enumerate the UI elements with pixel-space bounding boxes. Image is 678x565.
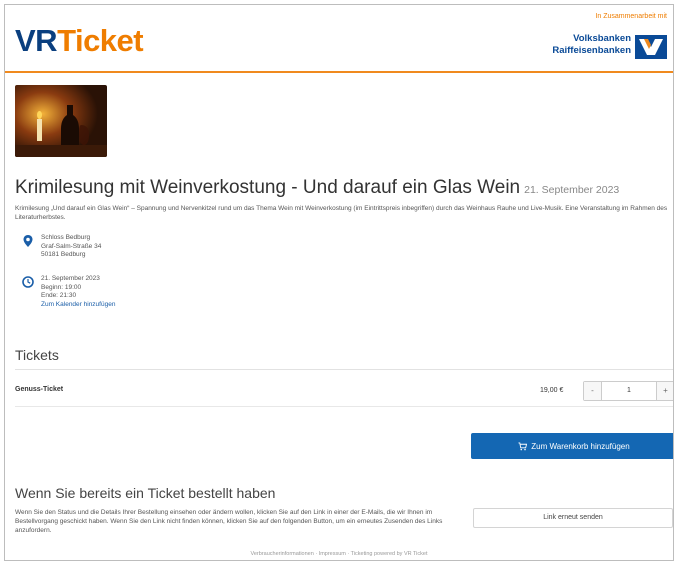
- location-street: Graf-Salm-Straße 34: [41, 242, 102, 250]
- tickets-heading: Tickets: [15, 347, 59, 363]
- header: VRTicket In Zusammenarbeit mit Volksbank…: [5, 5, 673, 73]
- logo-ticket-text: Ticket: [57, 23, 144, 58]
- vr-ticket-logo[interactable]: VRTicket: [15, 23, 144, 59]
- cart-icon: [518, 441, 528, 450]
- location-name: Schloss Bedburg: [41, 234, 91, 241]
- partner-note: In Zusammenarbeit mit: [595, 13, 667, 20]
- bank-name-line2: Raiffeisenbanken: [552, 45, 631, 56]
- ticket-name: Genuss-Ticket: [15, 386, 64, 393]
- bank-name: Volksbanken Raiffeisenbanken: [552, 33, 631, 57]
- clock-icon: [22, 276, 34, 288]
- decrease-quantity-button[interactable]: -: [584, 382, 602, 400]
- already-ordered-text: Wenn Sie den Status und die Details Ihre…: [15, 509, 443, 534]
- event-title: Krimilesung mit Weinverkostung - Und dar…: [15, 177, 619, 199]
- bank-name-line1: Volksbanken: [573, 33, 631, 44]
- quantity-stepper: - 1 +: [583, 381, 673, 401]
- event-date: 21. September 2023: [524, 184, 620, 196]
- event-location: Schloss Bedburg Graf-Salm-Straße 34 5018…: [41, 234, 101, 260]
- location-city: 50181 Bedburg: [41, 251, 86, 258]
- already-ordered-heading: Wenn Sie bereits ein Ticket bestellt hab…: [15, 485, 276, 501]
- footer: Verbraucherinformationen · Impressum · T…: [250, 551, 428, 557]
- time-date: 21. September 2023: [41, 275, 100, 282]
- resend-link-button[interactable]: Link erneut senden: [473, 508, 673, 528]
- quantity-input[interactable]: 1: [602, 382, 656, 400]
- add-to-cart-button[interactable]: Zum Warenkorb hinzufügen: [471, 433, 673, 459]
- volksbank-logo-icon: [635, 35, 667, 59]
- location-pin-icon: [23, 235, 33, 247]
- event-title-text: Krimilesung mit Weinverkostung - Und dar…: [15, 177, 521, 198]
- event-description: Krimilesung „Und darauf ein Glas Wein“ –…: [15, 205, 668, 221]
- event-time: 21. September 2023 Beginn: 19:00 Ende: 2…: [41, 275, 115, 309]
- ticket-row: Genuss-Ticket 19,00 € - 1 +: [15, 375, 673, 407]
- increase-quantity-button[interactable]: +: [656, 382, 673, 400]
- time-end: Ende: 21:30: [41, 292, 77, 299]
- event-image: [15, 85, 107, 157]
- tickets-divider: [15, 369, 673, 370]
- logo-vr-text: VR: [15, 23, 58, 58]
- ticket-price: 19,00 €: [540, 387, 564, 394]
- page-frame: VRTicket In Zusammenarbeit mit Volksbank…: [4, 4, 674, 561]
- add-to-calendar-link[interactable]: Zum Kalender hinzufügen: [41, 301, 115, 310]
- time-begin: Beginn: 19:00: [41, 283, 82, 291]
- add-to-cart-label: Zum Warenkorb hinzufügen: [531, 441, 630, 451]
